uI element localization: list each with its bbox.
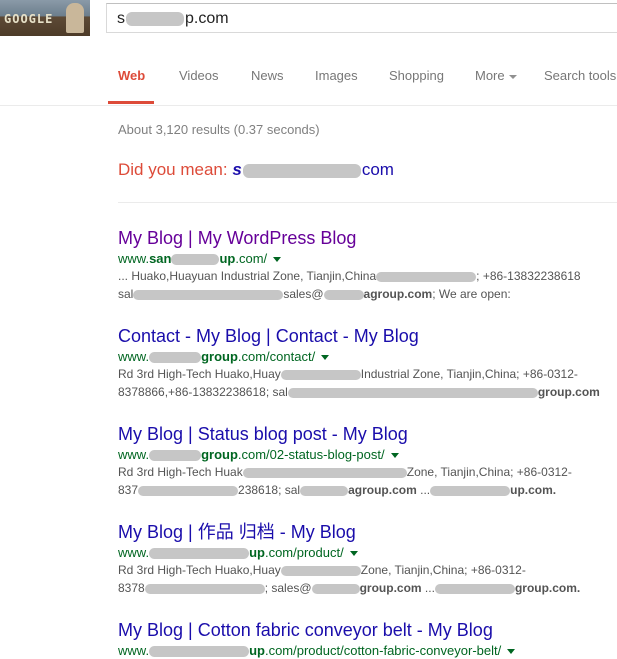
search-result: My Blog | Status blog post - My Blog www…	[118, 423, 617, 499]
result-snippet: Rd 3rd High-Tech Huako,Huay Industrial Zo…	[118, 367, 578, 381]
result-url: www. up.com/product/	[118, 544, 617, 561]
url-dropdown-caret-icon[interactable]	[507, 649, 516, 655]
redaction	[280, 565, 361, 576]
url-dropdown-caret-icon[interactable]	[390, 453, 399, 459]
redaction	[242, 163, 361, 178]
divider	[118, 202, 617, 203]
tab-shopping[interactable]: Shopping	[389, 68, 444, 83]
tab-news[interactable]: News	[251, 68, 284, 83]
result-url: www. up.com/product/cotton-fabric-conveyo…	[118, 642, 617, 659]
redaction	[149, 548, 250, 560]
search-result: Contact - My Blog | Contact - My Blog ww…	[118, 325, 617, 401]
search-nav-tabs: Web Videos News Images Shopping More Sea…	[0, 44, 617, 106]
result-url: www. group.com/contact/	[118, 348, 617, 365]
tab-web[interactable]: Web	[118, 68, 145, 83]
tab-more[interactable]: More	[475, 68, 517, 83]
search-result: My Blog | My WordPress Blog www.san up.co…	[118, 227, 617, 303]
result-snippet: 837 238618; sal agroup.com ... up.com.	[118, 483, 557, 497]
tab-more-label: More	[475, 68, 505, 83]
chevron-down-icon	[508, 74, 517, 79]
result-url: www. group.com/02-status-blog-post/	[118, 446, 617, 463]
tab-search-tools[interactable]: Search tools	[544, 68, 616, 83]
redaction	[311, 583, 360, 594]
result-snippet: sal sales@ agroup.com; We are open:	[118, 287, 511, 301]
result-title-link[interactable]: My Blog | My WordPress Blog	[118, 227, 617, 249]
redaction	[287, 387, 538, 398]
redaction	[149, 450, 202, 462]
tab-videos[interactable]: Videos	[179, 68, 219, 83]
result-url: www.san up.com/	[118, 250, 617, 267]
search-result: My Blog | Cotton fabric conveyor belt - …	[118, 619, 617, 659]
did-you-mean: Did you mean: s com	[118, 160, 394, 180]
redaction	[323, 289, 364, 300]
redaction	[138, 485, 239, 496]
redaction	[133, 289, 284, 300]
redaction	[149, 646, 250, 658]
tab-images[interactable]: Images	[315, 68, 358, 83]
result-title-link[interactable]: My Blog | Status blog post - My Blog	[118, 423, 617, 445]
redaction	[376, 271, 477, 282]
result-snippet: 8378; sales@ group.com ... group.com.	[118, 581, 581, 595]
result-snippet: ... Huako,Huayuan Industrial Zone, Tianj…	[118, 269, 581, 283]
url-dropdown-caret-icon[interactable]	[321, 355, 330, 361]
result-snippet: 8378866,+86-13832238618; sal group.com	[118, 385, 600, 399]
redaction	[434, 583, 515, 594]
doodle-text: GOOGLE	[4, 12, 54, 26]
result-title-link[interactable]: My Blog | Cotton fabric conveyor belt - …	[118, 619, 617, 641]
redaction	[149, 352, 202, 364]
redaction	[144, 583, 265, 594]
doodle-figure	[66, 3, 84, 33]
redaction	[430, 485, 511, 496]
search-query-text: s p.com	[117, 10, 229, 27]
result-title-link[interactable]: My Blog | 作品 归档 - My Blog	[118, 521, 617, 543]
url-dropdown-caret-icon[interactable]	[273, 257, 282, 263]
did-you-mean-label: Did you mean:	[118, 160, 228, 179]
result-title-link[interactable]: Contact - My Blog | Contact - My Blog	[118, 325, 617, 347]
google-doodle-logo[interactable]: GOOGLE	[0, 0, 90, 36]
result-snippet: Rd 3rd High-Tech Huako,Huay Zone, Tianjin…	[118, 563, 526, 577]
result-snippet: Rd 3rd High-Tech Huak Zone, Tianjin,China…	[118, 465, 572, 479]
top-bar: GOOGLE s p.com	[0, 0, 617, 44]
search-result: My Blog | 作品 归档 - My Blog www. up.com/pro…	[118, 521, 617, 597]
redaction	[242, 467, 407, 478]
redaction	[300, 485, 349, 496]
redaction	[171, 254, 220, 266]
redaction	[280, 369, 361, 380]
url-dropdown-caret-icon[interactable]	[349, 551, 358, 557]
search-input[interactable]: s p.com	[106, 3, 617, 33]
redaction	[126, 11, 184, 26]
active-tab-underline	[108, 101, 154, 104]
result-stats: About 3,120 results (0.37 seconds)	[118, 122, 320, 137]
did-you-mean-link[interactable]: s com	[232, 160, 394, 179]
